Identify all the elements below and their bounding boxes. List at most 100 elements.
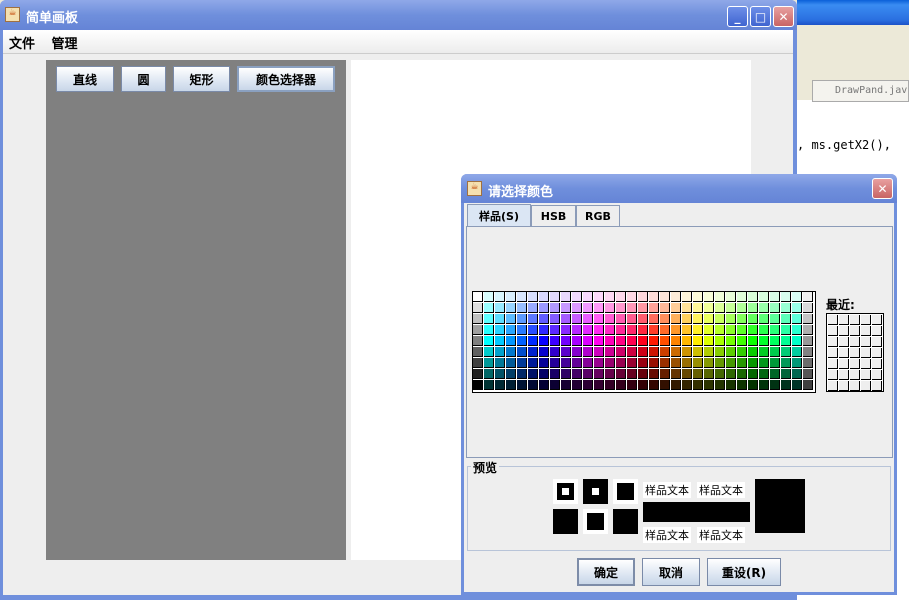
color-swatch[interactable] [682, 358, 692, 368]
color-swatch[interactable] [539, 358, 549, 368]
color-swatch[interactable] [539, 380, 549, 390]
color-swatch[interactable] [803, 325, 813, 335]
color-swatch[interactable] [616, 336, 626, 346]
color-swatch[interactable] [627, 292, 637, 302]
color-swatch[interactable] [759, 303, 769, 313]
color-swatch[interactable] [638, 325, 648, 335]
color-swatch[interactable] [715, 325, 725, 335]
color-swatch[interactable] [671, 358, 681, 368]
cancel-button[interactable]: 取消 [642, 558, 700, 586]
color-swatch[interactable] [693, 358, 703, 368]
color-swatch[interactable] [627, 314, 637, 324]
color-swatch[interactable] [803, 336, 813, 346]
color-swatch[interactable] [770, 347, 780, 357]
rectangle-button[interactable]: 矩形 [173, 66, 230, 92]
color-swatch[interactable] [671, 347, 681, 357]
menu-manage[interactable]: 管理 [52, 37, 78, 52]
main-title-bar[interactable]: ☕ 简单画板 [0, 0, 797, 30]
color-swatch[interactable] [660, 314, 670, 324]
color-swatch[interactable] [693, 314, 703, 324]
color-swatch[interactable] [506, 336, 516, 346]
color-swatch[interactable] [594, 292, 604, 302]
color-swatch[interactable] [627, 347, 637, 357]
color-swatch[interactable] [737, 325, 747, 335]
color-swatch[interactable] [495, 325, 505, 335]
color-swatch[interactable] [704, 292, 714, 302]
color-swatch[interactable] [473, 325, 483, 335]
line-button[interactable]: 直线 [56, 66, 114, 92]
color-swatch[interactable] [726, 303, 736, 313]
tab-rgb[interactable]: RGB [576, 205, 620, 226]
color-swatch[interactable] [506, 369, 516, 379]
color-swatch[interactable] [616, 292, 626, 302]
color-swatch[interactable] [583, 336, 593, 346]
color-swatch[interactable] [484, 303, 494, 313]
color-swatch[interactable] [561, 336, 571, 346]
circle-button[interactable]: 圆 [121, 66, 166, 92]
recent-swatch[interactable] [872, 315, 882, 325]
color-swatch[interactable] [572, 347, 582, 357]
color-swatch[interactable] [682, 369, 692, 379]
color-swatch[interactable] [748, 325, 758, 335]
color-swatch[interactable] [616, 303, 626, 313]
color-swatch[interactable] [506, 303, 516, 313]
color-swatch[interactable] [704, 325, 714, 335]
color-swatch[interactable] [660, 292, 670, 302]
color-swatch[interactable] [594, 325, 604, 335]
color-swatch[interactable] [583, 380, 593, 390]
color-swatch[interactable] [792, 369, 802, 379]
color-swatch[interactable] [539, 292, 549, 302]
color-swatch[interactable] [704, 314, 714, 324]
color-swatch[interactable] [704, 369, 714, 379]
color-swatch[interactable] [473, 303, 483, 313]
color-swatch[interactable] [594, 347, 604, 357]
recent-swatch[interactable] [850, 370, 860, 380]
color-swatch[interactable] [561, 369, 571, 379]
color-swatch[interactable] [605, 325, 615, 335]
color-swatch[interactable] [572, 292, 582, 302]
recent-swatch[interactable] [828, 348, 838, 358]
color-swatch[interactable] [517, 314, 527, 324]
color-swatch[interactable] [649, 314, 659, 324]
color-swatch[interactable] [605, 314, 615, 324]
color-swatch[interactable] [649, 369, 659, 379]
recent-swatch[interactable] [861, 359, 871, 369]
color-swatch[interactable] [748, 336, 758, 346]
color-swatch[interactable] [550, 369, 560, 379]
color-swatch[interactable] [770, 336, 780, 346]
color-swatch[interactable] [605, 358, 615, 368]
color-swatch[interactable] [792, 292, 802, 302]
color-swatch[interactable] [484, 336, 494, 346]
color-swatch[interactable] [561, 325, 571, 335]
color-swatch[interactable] [484, 325, 494, 335]
color-swatch[interactable] [660, 358, 670, 368]
recent-swatch[interactable] [850, 326, 860, 336]
recent-swatch[interactable] [839, 326, 849, 336]
color-swatch[interactable] [528, 358, 538, 368]
color-swatch[interactable] [792, 314, 802, 324]
color-swatch[interactable] [583, 303, 593, 313]
color-swatch[interactable] [605, 292, 615, 302]
color-swatch[interactable] [726, 336, 736, 346]
color-swatch[interactable] [638, 303, 648, 313]
color-swatch[interactable] [638, 347, 648, 357]
recent-swatch[interactable] [861, 381, 871, 391]
color-swatch[interactable] [759, 292, 769, 302]
color-swatch[interactable] [693, 380, 703, 390]
color-swatch[interactable] [671, 292, 681, 302]
color-swatch[interactable] [792, 325, 802, 335]
color-swatch[interactable] [473, 314, 483, 324]
color-swatch[interactable] [627, 369, 637, 379]
color-swatch[interactable] [473, 369, 483, 379]
color-swatch[interactable] [517, 347, 527, 357]
recent-swatch[interactable] [872, 359, 882, 369]
color-swatch[interactable] [737, 303, 747, 313]
color-swatch[interactable] [682, 380, 692, 390]
recent-swatch[interactable] [850, 359, 860, 369]
color-swatch[interactable] [517, 380, 527, 390]
color-swatch[interactable] [550, 303, 560, 313]
color-swatch[interactable] [671, 336, 681, 346]
color-swatch[interactable] [803, 303, 813, 313]
color-swatch[interactable] [759, 369, 769, 379]
recent-swatch[interactable] [850, 337, 860, 347]
